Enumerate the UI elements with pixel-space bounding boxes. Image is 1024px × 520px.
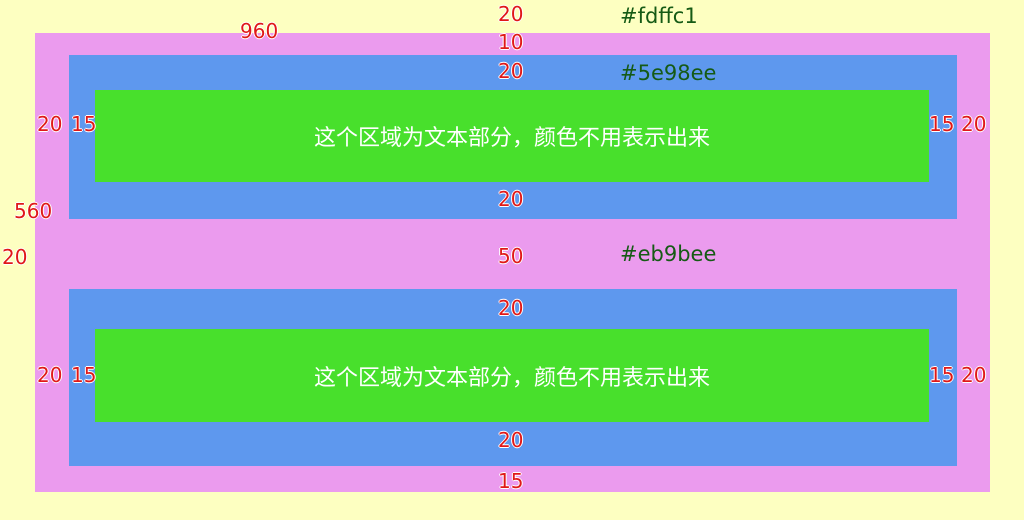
container-padding-top-label: 10	[498, 30, 524, 54]
top-panel-margin-left-label: 20	[37, 112, 63, 136]
container-height-label: 560	[14, 199, 53, 223]
container-color-label: #eb9bee	[620, 242, 717, 266]
top-panel-padding-bottom-label: 20	[498, 187, 524, 211]
bottom-panel-margin-right-label: 20	[961, 363, 987, 387]
page-margin-left-label: 20	[2, 245, 28, 269]
bottom-panel-margin-left-label: 20	[37, 363, 63, 387]
bottom-text-area: 这个区域为文本部分，颜色不用表示出来	[95, 329, 929, 422]
panel-gap-label: 50	[498, 244, 524, 268]
bottom-panel-padding-left-label: 15	[71, 363, 97, 387]
page-margin-top-label: 20	[498, 2, 524, 26]
container-width-label: 960	[240, 19, 279, 43]
top-panel-padding-top-label: 20	[498, 59, 524, 83]
top-panel-padding-left-label: 15	[71, 112, 97, 136]
bottom-panel-padding-right-label: 15	[929, 363, 955, 387]
bottom-text-label: 这个区域为文本部分，颜色不用表示出来	[313, 365, 710, 391]
page-color-label: #fdffc1	[620, 4, 698, 28]
container-padding-bottom-label: 15	[498, 469, 524, 493]
top-text-label: 这个区域为文本部分，颜色不用表示出来	[313, 126, 710, 151]
top-text-area: 这个区域为文本部分，颜色不用表示出来	[95, 90, 929, 182]
bottom-panel-padding-top-label: 20	[498, 296, 524, 320]
bottom-panel-padding-bottom-label: 20	[498, 428, 524, 452]
top-panel-margin-right-label: 20	[961, 112, 987, 136]
panel-color-label: #5e98ee	[620, 61, 717, 85]
top-panel-padding-right-label: 15	[929, 112, 955, 136]
